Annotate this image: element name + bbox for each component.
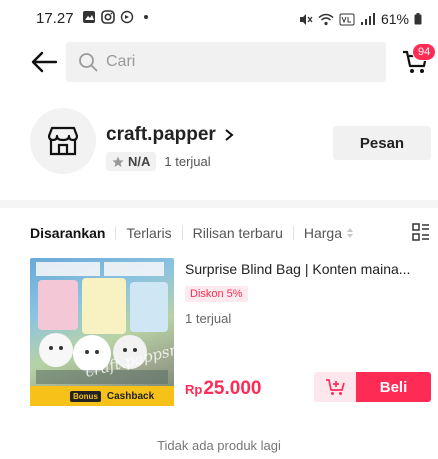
store-icon xyxy=(47,126,79,156)
rating-value: N/A xyxy=(128,154,151,169)
sort-tabs: Disarankan Terlaris Rilisan terbaru Harg… xyxy=(30,225,354,241)
product-title[interactable]: Surprise Blind Bag | Konten maina... xyxy=(185,261,431,277)
buy-button[interactable]: Beli xyxy=(356,372,431,402)
add-to-cart-icon xyxy=(326,379,345,395)
tab-disarankan[interactable]: Disarankan xyxy=(30,225,105,241)
price-currency: Rp xyxy=(185,382,203,397)
shop-name[interactable]: craft.papper xyxy=(106,124,234,146)
status-right: 61% xyxy=(299,11,422,27)
product-sold-count: 1 terjual xyxy=(185,311,232,326)
gallery-icon xyxy=(83,11,95,23)
product-photo xyxy=(36,262,168,384)
tab-terlaris[interactable]: Terlaris xyxy=(126,225,171,241)
search-icon xyxy=(79,53,98,72)
signal-icon xyxy=(360,12,375,25)
cashback-label: Cashback xyxy=(106,390,155,402)
battery-percent: 61% xyxy=(380,11,409,27)
message-button[interactable]: Pesan xyxy=(333,126,431,160)
status-time: 17.27 xyxy=(36,10,74,27)
shop-rating-row: N/A 1 terjual xyxy=(106,152,211,171)
wifi-icon xyxy=(318,13,334,25)
sort-arrows-icon xyxy=(347,228,354,238)
shop-name-text: craft.papper xyxy=(106,124,216,145)
product-image[interactable] xyxy=(30,258,174,406)
cashback-banner: Bonus Cashback xyxy=(30,386,174,406)
tab-separator xyxy=(181,226,183,240)
discount-badge: Diskon 5% xyxy=(185,286,248,302)
app-icon xyxy=(120,10,134,24)
battery-icon xyxy=(414,13,422,25)
cart-badge: 94 xyxy=(412,43,437,61)
price-value: 25.000 xyxy=(203,378,262,399)
add-to-cart-button[interactable] xyxy=(314,372,356,402)
back-arrow-icon[interactable] xyxy=(30,50,58,74)
bonus-tag: Bonus xyxy=(70,390,101,402)
mute-icon xyxy=(299,13,313,25)
tab-separator xyxy=(115,226,117,240)
search-placeholder: Cari xyxy=(106,53,136,70)
section-divider xyxy=(0,200,438,208)
product-price: Rp 25.000 xyxy=(185,378,261,400)
status-left-icons xyxy=(82,10,153,24)
shop-sold-count: 1 terjual xyxy=(164,154,211,169)
tab-rilisan-terbaru[interactable]: Rilisan terbaru xyxy=(193,225,283,241)
shop-avatar[interactable] xyxy=(30,108,96,174)
instagram-icon xyxy=(101,10,115,24)
volte-icon xyxy=(339,13,355,25)
layout-toggle-icon[interactable] xyxy=(412,223,430,241)
search-bar[interactable]: Cari xyxy=(66,42,386,82)
star-icon xyxy=(112,156,124,167)
chevron-right-icon xyxy=(225,129,234,141)
tab-harga[interactable]: Harga xyxy=(304,225,342,241)
tab-separator xyxy=(292,226,294,240)
dot-icon xyxy=(144,15,148,19)
no-more-products-text: Tidak ada produk lagi xyxy=(157,438,281,453)
rating-badge: N/A xyxy=(106,152,157,171)
